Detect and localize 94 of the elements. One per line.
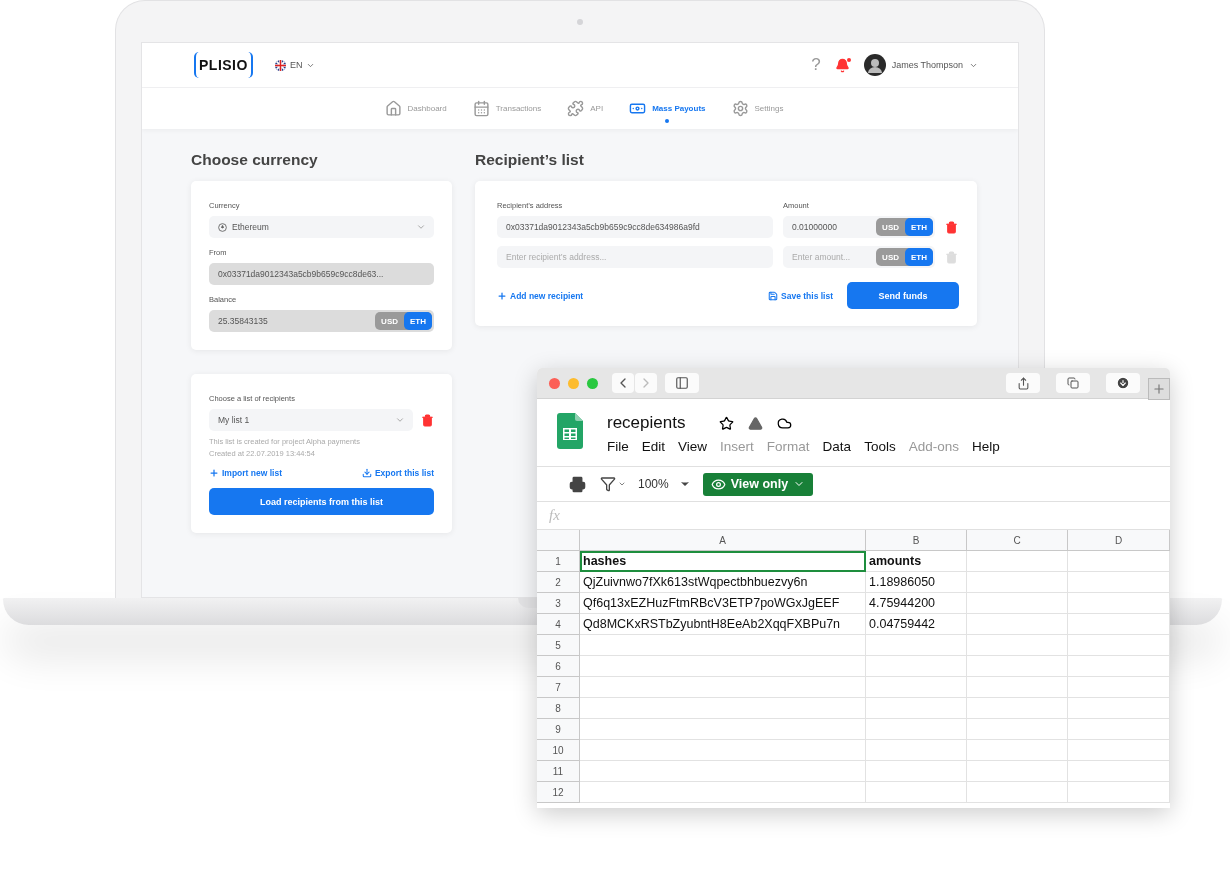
row-number[interactable]: 3	[537, 593, 580, 614]
star-icon[interactable]	[719, 415, 735, 431]
puzzle-icon	[567, 100, 585, 117]
sidebar-button[interactable]	[665, 373, 699, 393]
back-button[interactable]	[612, 373, 634, 393]
logo: PLISIO	[194, 52, 253, 78]
export-list-link[interactable]: Export this list	[361, 468, 434, 478]
filter-icon[interactable]	[600, 476, 626, 492]
plus-icon	[497, 290, 507, 301]
column-header[interactable]: A	[580, 530, 866, 551]
list-select[interactable]: My list 1	[209, 409, 413, 431]
forward-button[interactable]	[635, 373, 657, 393]
column-header[interactable]: C	[967, 530, 1068, 551]
close-button[interactable]	[549, 377, 560, 389]
menu-item[interactable]: Help	[971, 439, 1000, 454]
view-only-button[interactable]: View only	[702, 472, 814, 496]
language-selector[interactable]: EN	[274, 59, 316, 71]
row-number[interactable]: 9	[537, 719, 580, 740]
calendar-icon	[472, 100, 490, 117]
gear-icon	[731, 100, 749, 117]
bell-icon[interactable]	[834, 57, 850, 73]
table-cell[interactable]: Qf6q13xEZHuzFtmRBcV3ETP7poWGxJgEEF	[580, 593, 866, 614]
trash-icon[interactable]	[421, 413, 434, 427]
plus-icon	[1152, 382, 1166, 396]
load-recipients-button[interactable]: Load recipients from this list	[209, 488, 434, 515]
table-cell[interactable]: QjZuivnwo7fXk613stWqpectbhbuezvy6n	[580, 572, 866, 593]
table-cell[interactable]: hashes	[580, 551, 866, 572]
save-icon	[768, 290, 779, 301]
send-funds-button[interactable]: Send funds	[847, 282, 959, 309]
menu-item[interactable]: Edit	[641, 439, 666, 454]
download-icon	[361, 468, 372, 478]
chevron-down-icon	[416, 222, 426, 232]
section-title: Recipient’s list	[475, 151, 585, 169]
row-number[interactable]: 5	[537, 635, 580, 656]
document-title: recepients	[607, 413, 686, 433]
download-icon	[1116, 376, 1130, 390]
amount-field[interactable]: 0.01000000 USD ETH	[783, 216, 935, 238]
avatar-icon	[863, 54, 886, 76]
menu-item[interactable]: View	[678, 439, 708, 454]
select-all-corner[interactable]	[537, 530, 580, 551]
share-button[interactable]	[1006, 373, 1040, 393]
row-number[interactable]: 8	[537, 698, 580, 719]
column-header[interactable]: B	[866, 530, 967, 551]
unit-option[interactable]: ETH	[905, 218, 933, 236]
table-cell[interactable]: 1.18986050	[866, 572, 967, 593]
unit-option[interactable]: ETH	[404, 312, 432, 330]
row-number[interactable]: 4	[537, 614, 580, 635]
download-button[interactable]	[1106, 373, 1140, 393]
table-cell[interactable]: 0.04759442	[866, 614, 967, 635]
tabs-button[interactable]	[1056, 373, 1090, 393]
home-icon	[384, 100, 402, 117]
menu-item[interactable]: Data	[822, 439, 852, 454]
row-number[interactable]: 2	[537, 572, 580, 593]
plus-icon	[209, 468, 219, 478]
share-icon	[1016, 376, 1030, 390]
currency-select[interactable]: Ethereum	[209, 216, 434, 238]
menu-item[interactable]: Tools	[864, 439, 896, 454]
column-header[interactable]: D	[1068, 530, 1170, 551]
nav-tab[interactable]: Mass Payouts	[629, 88, 706, 129]
tabs-icon	[1067, 377, 1079, 389]
import-list-link[interactable]: Import new list	[209, 468, 282, 478]
save-list-link[interactable]: Save this list	[768, 290, 833, 301]
coin-icon	[218, 222, 227, 232]
chevron-down-icon	[395, 415, 405, 425]
spreadsheet-logo	[557, 413, 583, 449]
section-title: Choose currency	[191, 151, 319, 169]
from-field[interactable]: 0x03371da9012343a5cb9b659c9cc8de63...	[209, 263, 434, 285]
row-number[interactable]: 12	[537, 782, 580, 803]
address-field[interactable]: 0x03371da9012343a5cb9b659c9cc8de634986a9fd	[497, 216, 773, 238]
print-icon[interactable]	[569, 475, 586, 493]
menu-item[interactable]: File	[607, 439, 629, 454]
row-number[interactable]: 1	[537, 551, 580, 572]
row-number[interactable]: 7	[537, 677, 580, 698]
row-number[interactable]: 11	[537, 761, 580, 782]
camera-icon	[577, 19, 583, 25]
row-number[interactable]: 10	[537, 740, 580, 761]
sidebar-icon	[675, 376, 689, 390]
table-cell[interactable]: amounts	[866, 551, 967, 572]
row-number[interactable]: 6	[537, 656, 580, 677]
drive-icon[interactable]	[748, 415, 764, 431]
zoom-select[interactable]: 100%	[634, 477, 695, 491]
eye-icon	[710, 476, 726, 492]
minimize-button[interactable]	[568, 377, 579, 389]
maximize-button[interactable]	[587, 377, 598, 389]
balance-field[interactable]: 25.35843135 USD ETH	[209, 310, 434, 332]
add-recipient-link[interactable]: Add new recipient	[497, 290, 584, 301]
table-cell[interactable]: Qd8MCKxRSTbZyubntH8EeAb2XqqFXBPu7n	[580, 614, 866, 635]
flag-icon	[274, 59, 286, 71]
formula-label: fx	[549, 507, 560, 524]
new-tab-button[interactable]	[1148, 378, 1170, 400]
user-menu[interactable]: James Thompson	[863, 54, 978, 76]
trash-icon[interactable]	[945, 220, 958, 234]
cloud-icon[interactable]	[777, 415, 793, 431]
table-cell[interactable]: 4.75944200	[866, 593, 967, 614]
